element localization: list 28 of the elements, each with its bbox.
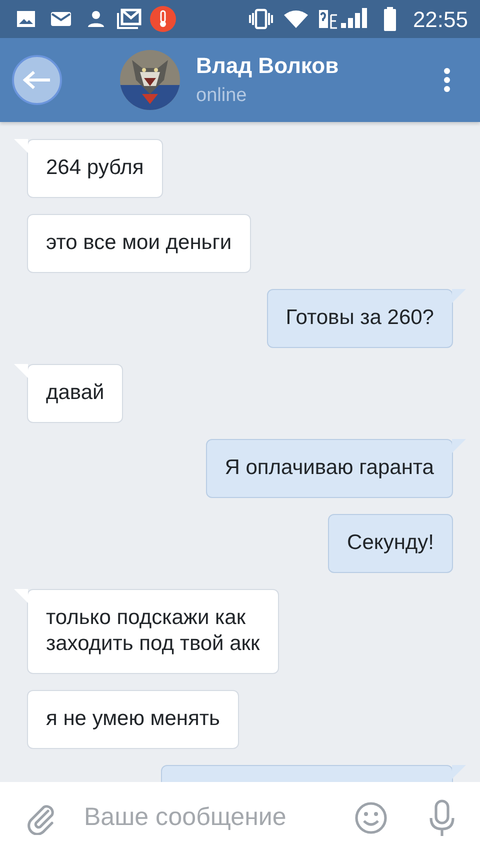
message-field[interactable]: Ваше сообщение xyxy=(82,798,322,838)
contact-status: online xyxy=(196,84,248,108)
clock-time: 22:55 xyxy=(412,6,468,34)
message-text: Готовы за 260? xyxy=(286,306,434,329)
mail-stack-icon xyxy=(116,8,142,30)
smiley-icon xyxy=(354,801,388,835)
person-icon xyxy=(86,9,106,29)
microphone-button[interactable] xyxy=(428,799,456,837)
thermometer-icon xyxy=(150,6,176,32)
contact-name: Влад Волков xyxy=(196,52,340,80)
back-arrow-icon xyxy=(22,70,52,90)
image-icon xyxy=(16,9,36,29)
battery-icon xyxy=(382,7,397,31)
message-composer[interactable]: Ваше сообщение xyxy=(0,782,480,854)
message-text: 264 рубля xyxy=(46,156,144,179)
more-icon xyxy=(443,67,451,93)
message-text: я не умею менять xyxy=(46,707,220,730)
wifi-icon xyxy=(282,9,309,29)
vibrate-icon xyxy=(246,8,275,30)
message-text: Я оплачиваю гаранта xyxy=(224,456,434,479)
message-text: это все мои деньги xyxy=(46,231,232,254)
microphone-icon xyxy=(428,799,456,837)
mail-icon xyxy=(50,10,72,28)
message-text: давай xyxy=(46,381,104,404)
message-text: только подскажи как заходить под твой акк xyxy=(46,606,260,655)
back-button[interactable] xyxy=(12,55,62,105)
message-text: Секунду! xyxy=(347,531,434,554)
emoji-button[interactable] xyxy=(354,801,388,835)
